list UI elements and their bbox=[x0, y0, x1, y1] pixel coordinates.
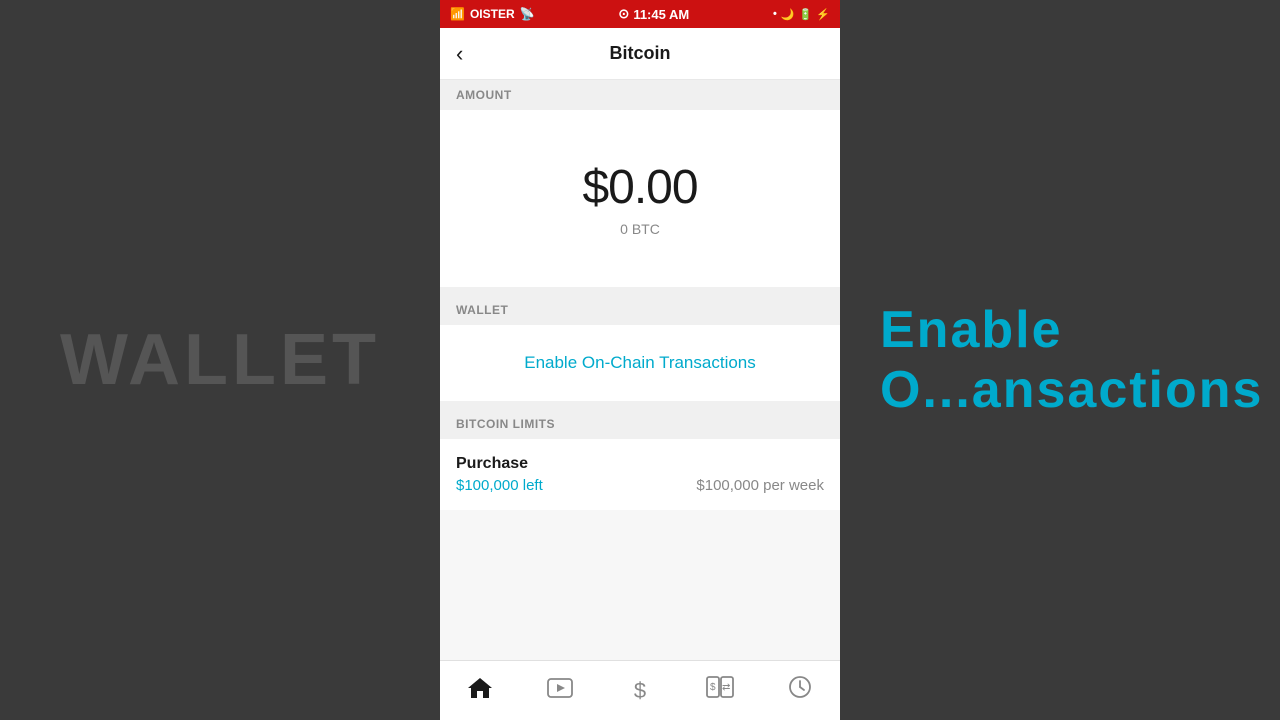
nav-dollar[interactable]: $ bbox=[600, 661, 680, 720]
video-icon bbox=[547, 677, 573, 705]
divider-2 bbox=[440, 401, 840, 409]
battery-icon: 🔋 bbox=[799, 8, 813, 21]
status-left: 📶 OISTER 📡 bbox=[450, 7, 535, 21]
purchase-right: $100,000 per week bbox=[696, 477, 824, 494]
amount-section-header: AMOUNT bbox=[440, 80, 840, 110]
phone-frame: 📶 OISTER 📡 ⊙ 11:45 AM • 🌙 🔋 ⚡ ‹ Bitcoin … bbox=[440, 0, 840, 720]
svg-text:$: $ bbox=[710, 682, 716, 693]
limits-section: Purchase $100,000 left $100,000 per week bbox=[440, 439, 840, 510]
purchase-left: $100,000 left bbox=[456, 477, 543, 494]
transfer-icon: $ ⇄ bbox=[706, 676, 734, 705]
page-title: Bitcoin bbox=[610, 43, 671, 64]
usd-amount: $0.00 bbox=[582, 160, 697, 215]
nav-clock[interactable] bbox=[760, 661, 840, 720]
status-right: • 🌙 🔋 ⚡ bbox=[773, 8, 830, 21]
back-button[interactable]: ‹ bbox=[456, 41, 463, 67]
dot-icon: • bbox=[773, 8, 777, 20]
status-bar: 📶 OISTER 📡 ⊙ 11:45 AM • 🌙 🔋 ⚡ bbox=[440, 0, 840, 28]
purchase-label: Purchase bbox=[456, 455, 824, 473]
limits-section-header: BITCOIN LIMITS bbox=[440, 409, 840, 439]
page-header: ‹ Bitcoin bbox=[440, 28, 840, 80]
signal-icon: 📶 bbox=[450, 7, 465, 21]
nav-home[interactable] bbox=[440, 661, 520, 720]
charging-icon: ⚡ bbox=[816, 8, 830, 21]
background-right: Enable O...ansactions bbox=[840, 0, 1280, 720]
nav-transfer[interactable]: $ ⇄ bbox=[680, 661, 760, 720]
wallet-section-header: WALLET bbox=[440, 295, 840, 325]
enable-onchain-link[interactable]: Enable On-Chain Transactions bbox=[524, 353, 756, 373]
nav-video[interactable] bbox=[520, 661, 600, 720]
divider-1 bbox=[440, 287, 840, 295]
moon-icon: 🌙 bbox=[781, 8, 795, 21]
wifi-icon: 📡 bbox=[520, 7, 535, 21]
bg-left-text: WALLET bbox=[60, 319, 380, 401]
time-label: 11:45 AM bbox=[633, 7, 689, 22]
wallet-section: Enable On-Chain Transactions bbox=[440, 325, 840, 401]
bottom-nav: $ $ ⇄ bbox=[440, 660, 840, 720]
svg-text:⇄: ⇄ bbox=[722, 682, 730, 693]
dollar-icon: $ bbox=[634, 678, 646, 704]
target-icon: ⊙ bbox=[618, 6, 629, 22]
btc-amount: 0 BTC bbox=[620, 221, 660, 237]
home-icon bbox=[467, 676, 493, 705]
main-content: AMOUNT $0.00 0 BTC WALLET Enable On-Chai… bbox=[440, 80, 840, 660]
purchase-limit-row: $100,000 left $100,000 per week bbox=[456, 477, 824, 494]
bg-right-text: Enable O...ansactions bbox=[880, 300, 1280, 420]
clock-icon bbox=[788, 675, 812, 706]
amount-section: $0.00 0 BTC bbox=[440, 110, 840, 287]
background-left: WALLET bbox=[0, 0, 440, 720]
carrier-label: OISTER bbox=[470, 7, 515, 21]
status-center: ⊙ 11:45 AM bbox=[618, 6, 689, 22]
